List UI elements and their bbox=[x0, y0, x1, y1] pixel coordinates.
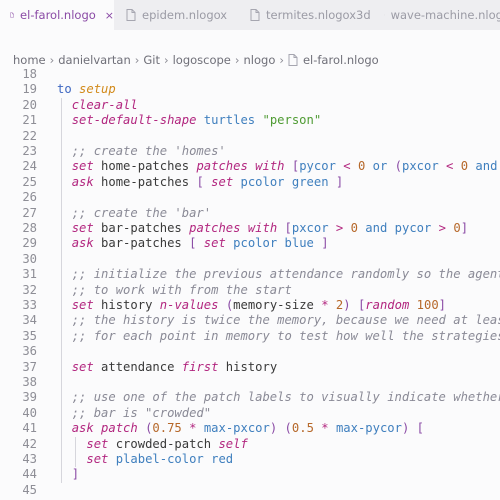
code-line[interactable]: 24 set home-patches patches with [pycor … bbox=[0, 159, 500, 174]
line-number: 32 bbox=[22, 282, 37, 297]
file-icon bbox=[384, 14, 385, 16]
code-line[interactable]: 23 ;; create the 'homes' bbox=[0, 144, 500, 159]
line-number: 44 bbox=[22, 467, 37, 482]
file-icon bbox=[126, 9, 136, 21]
line-number: 42 bbox=[22, 436, 37, 451]
file-icon bbox=[10, 12, 14, 18]
line-number: 36 bbox=[22, 344, 37, 359]
line-number: 28 bbox=[22, 221, 37, 235]
line-number: 30 bbox=[22, 251, 37, 266]
tab-label: el-farol.nlogo bbox=[20, 8, 96, 22]
file-icon bbox=[250, 9, 260, 21]
code-text: set plabel-color red bbox=[86, 452, 234, 466]
code-line[interactable]: 27 ;; create the 'bar' bbox=[0, 206, 500, 221]
code-line[interactable]: 28 set bar-patches patches with [pxcor >… bbox=[0, 221, 500, 236]
line-number: 27 bbox=[22, 205, 37, 220]
line-number: 24 bbox=[22, 159, 37, 174]
code-line[interactable]: 34 ;; the history is twice the memory, b… bbox=[0, 313, 500, 328]
line-number: 34 bbox=[22, 313, 37, 328]
code-line[interactable]: 26 bbox=[0, 190, 500, 205]
code-line[interactable]: 35 ;; for each point in memory to test h… bbox=[0, 329, 500, 344]
code-text: clear-all bbox=[71, 97, 138, 112]
tab-label: termites.nlogox3d bbox=[266, 8, 371, 22]
code-line[interactable]: 44 ] bbox=[0, 467, 500, 482]
code-text: ;; initialize the previous attendance ra… bbox=[71, 267, 500, 282]
code-text: to setup bbox=[57, 82, 116, 97]
code-line[interactable]: 29 ask bar-patches [ set pcolor blue ] bbox=[0, 236, 500, 251]
code-text: ask bar-patches [ set pcolor blue ] bbox=[71, 236, 329, 251]
code-line[interactable]: 19 to setup bbox=[0, 82, 500, 97]
tab-termites[interactable]: termites.nlogox3d bbox=[240, 0, 374, 30]
line-number: 25 bbox=[22, 174, 37, 189]
line-number: 26 bbox=[22, 190, 37, 205]
line-number: 23 bbox=[22, 144, 37, 158]
code-line[interactable]: 38 bbox=[0, 375, 500, 390]
code-line[interactable]: 22 bbox=[0, 129, 500, 144]
tab-bar: el-farol.nlogo × epidem.nlogox termites.… bbox=[0, 0, 500, 30]
code-line[interactable]: 36 bbox=[0, 344, 500, 359]
code-editor[interactable]: 18 19 to setup 20 clear-all 21 set-default-s… bbox=[0, 65, 500, 500]
line-number: 41 bbox=[22, 421, 37, 436]
code-text: ;; to work with from the start bbox=[71, 282, 292, 297]
line-number: 31 bbox=[22, 267, 37, 282]
code-text: set crowded-patch self bbox=[86, 436, 248, 451]
line-number: 21 bbox=[22, 113, 37, 128]
line-number: 39 bbox=[22, 390, 37, 405]
code-line[interactable]: 37 set attendance first history bbox=[0, 360, 500, 375]
code-text: ;; create the 'homes' bbox=[71, 144, 226, 158]
code-text: ;; create the 'bar' bbox=[71, 205, 212, 220]
line-number: 38 bbox=[22, 375, 37, 389]
line-number: 18 bbox=[22, 67, 37, 81]
tab-wave-machine[interactable]: wave-machine.nlogo bbox=[380, 0, 500, 30]
indent-guide bbox=[75, 436, 77, 468]
code-line[interactable]: 25 ask home-patches [ set pcolor green ] bbox=[0, 175, 500, 190]
code-text: set history n-values (memory-size * 2) [… bbox=[71, 298, 447, 312]
line-number: 37 bbox=[22, 359, 37, 374]
close-icon[interactable]: × bbox=[105, 9, 114, 22]
code-line[interactable]: 21 set-default-shape turtles "person" bbox=[0, 113, 500, 128]
line-number: 35 bbox=[22, 328, 37, 343]
code-line[interactable]: 39 ;; use one of the patch labels to vis… bbox=[0, 390, 500, 405]
code-line[interactable]: 18 bbox=[0, 67, 500, 82]
code-line[interactable]: 31 ;; initialize the previous attendance… bbox=[0, 267, 500, 282]
code-line[interactable]: 41 ask patch (0.75 * max-pxcor) (0.5 * m… bbox=[0, 421, 500, 436]
line-number: 45 bbox=[22, 482, 37, 497]
code-line[interactable]: 30 bbox=[0, 252, 500, 267]
line-number: 40 bbox=[22, 405, 37, 420]
line-number: 43 bbox=[22, 452, 37, 466]
code-text: set home-patches patches with [pycor < 0… bbox=[71, 159, 498, 174]
code-text: set-default-shape turtles "person" bbox=[71, 113, 322, 128]
tab-epidem[interactable]: epidem.nlogox bbox=[114, 0, 238, 30]
code-line[interactable]: 45 bbox=[0, 483, 500, 498]
code-line[interactable]: 40 ;; bar is "crowded" bbox=[0, 406, 500, 421]
line-number: 19 bbox=[22, 82, 37, 97]
code-text: set attendance first history bbox=[71, 359, 278, 374]
indent-guide bbox=[60, 97, 62, 483]
line-number: 33 bbox=[22, 298, 37, 312]
code-text: ask home-patches [ set pcolor green ] bbox=[71, 174, 344, 189]
code-text: ;; use one of the patch labels to visual… bbox=[71, 390, 500, 405]
line-number: 22 bbox=[22, 128, 37, 143]
code-line[interactable]: 33 set history n-values (memory-size * 2… bbox=[0, 298, 500, 313]
code-line[interactable]: 32 ;; to work with from the start bbox=[0, 283, 500, 298]
code-text: ;; for each point in memory to test how … bbox=[71, 328, 500, 343]
line-number: 29 bbox=[22, 236, 37, 251]
tab-label: wave-machine.nlogo bbox=[390, 8, 500, 22]
tab-label: epidem.nlogox bbox=[142, 8, 228, 22]
line-number: 20 bbox=[22, 97, 37, 112]
tab-el-farol[interactable]: el-farol.nlogo × bbox=[0, 0, 114, 30]
code-line[interactable]: 20 clear-all bbox=[0, 98, 500, 113]
code-text: ;; bar is "crowded" bbox=[71, 405, 212, 420]
code-text: ask patch (0.75 * max-pxcor) (0.5 * max-… bbox=[71, 421, 425, 436]
code-text: ;; the history is twice the memory, beca… bbox=[71, 313, 500, 328]
code-text: set bar-patches patches with [pxcor > 0 … bbox=[71, 221, 469, 235]
